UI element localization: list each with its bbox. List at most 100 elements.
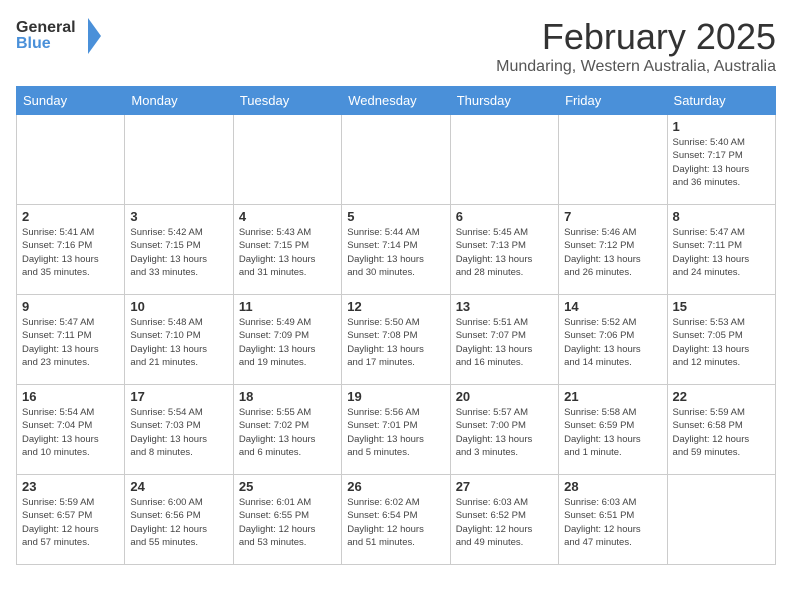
calendar-cell: 6 Sunrise: 5:45 AM Sunset: 7:13 PM Daylig… (450, 205, 558, 295)
day-number: 22 (673, 389, 770, 404)
calendar-cell (17, 115, 125, 205)
title-section: February 2025 Mundaring, Western Austral… (496, 16, 776, 76)
day-number: 9 (22, 299, 119, 314)
day-number: 18 (239, 389, 336, 404)
day-number: 1 (673, 119, 770, 134)
calendar-cell: 1 Sunrise: 5:40 AM Sunset: 7:17 PM Daylig… (667, 115, 775, 205)
calendar-cell: 12 Sunrise: 5:50 AM Sunset: 7:08 PM Dayli… (342, 295, 450, 385)
day-info: Sunrise: 6:02 AM Sunset: 6:54 PM Dayligh… (347, 496, 444, 549)
day-number: 20 (456, 389, 553, 404)
day-number: 21 (564, 389, 661, 404)
day-number: 19 (347, 389, 444, 404)
day-number: 12 (347, 299, 444, 314)
calendar-cell: 21 Sunrise: 5:58 AM Sunset: 6:59 PM Dayli… (559, 385, 667, 475)
calendar-cell: 11 Sunrise: 5:49 AM Sunset: 7:09 PM Dayli… (233, 295, 341, 385)
calendar-cell: 20 Sunrise: 5:57 AM Sunset: 7:00 PM Dayli… (450, 385, 558, 475)
calendar-cell: 27 Sunrise: 6:03 AM Sunset: 6:52 PM Dayli… (450, 475, 558, 565)
day-info: Sunrise: 5:54 AM Sunset: 7:04 PM Dayligh… (22, 406, 119, 459)
day-number: 4 (239, 209, 336, 224)
location-title: Mundaring, Western Australia, Australia (496, 58, 776, 76)
day-number: 23 (22, 479, 119, 494)
day-number: 5 (347, 209, 444, 224)
day-info: Sunrise: 5:56 AM Sunset: 7:01 PM Dayligh… (347, 406, 444, 459)
calendar-cell: 25 Sunrise: 6:01 AM Sunset: 6:55 PM Dayli… (233, 475, 341, 565)
day-info: Sunrise: 5:45 AM Sunset: 7:13 PM Dayligh… (456, 226, 553, 279)
month-title: February 2025 (496, 16, 776, 58)
calendar-cell: 17Sunrise: 5:54 AM Sunset: 7:03 PM Dayli… (125, 385, 233, 475)
day-info: Sunrise: 5:47 AM Sunset: 7:11 PM Dayligh… (673, 226, 770, 279)
calendar-cell: 24 Sunrise: 6:00 AM Sunset: 6:56 PM Dayli… (125, 475, 233, 565)
day-number: 16 (22, 389, 119, 404)
calendar-cell (559, 115, 667, 205)
calendar-cell: 14 Sunrise: 5:52 AM Sunset: 7:06 PM Dayli… (559, 295, 667, 385)
day-info: Sunrise: 5:48 AM Sunset: 7:10 PM Dayligh… (130, 316, 227, 369)
calendar-cell: 28Sunrise: 6:03 AM Sunset: 6:51 PM Dayli… (559, 475, 667, 565)
day-info: Sunrise: 5:59 AM Sunset: 6:58 PM Dayligh… (673, 406, 770, 459)
day-number: 24 (130, 479, 227, 494)
calendar-week-row: 23 Sunrise: 5:59 AM Sunset: 6:57 PM Dayli… (17, 475, 776, 565)
day-info: Sunrise: 5:41 AM Sunset: 7:16 PM Dayligh… (22, 226, 119, 279)
day-info: Sunrise: 5:49 AM Sunset: 7:09 PM Dayligh… (239, 316, 336, 369)
day-number: 7 (564, 209, 661, 224)
calendar-cell: 10 Sunrise: 5:48 AM Sunset: 7:10 PM Dayli… (125, 295, 233, 385)
logo-svg: GeneralBlue (16, 16, 106, 56)
calendar-week-row: 16 Sunrise: 5:54 AM Sunset: 7:04 PM Dayli… (17, 385, 776, 475)
day-number: 14 (564, 299, 661, 314)
calendar-cell (233, 115, 341, 205)
calendar-cell: 9Sunrise: 5:47 AM Sunset: 7:11 PM Daylig… (17, 295, 125, 385)
logo-row: GeneralBlue (16, 16, 106, 56)
day-info: Sunrise: 6:00 AM Sunset: 6:56 PM Dayligh… (130, 496, 227, 549)
calendar-cell (450, 115, 558, 205)
column-header-thursday: Thursday (450, 87, 558, 115)
day-info: Sunrise: 6:01 AM Sunset: 6:55 PM Dayligh… (239, 496, 336, 549)
day-number: 26 (347, 479, 444, 494)
day-info: Sunrise: 5:58 AM Sunset: 6:59 PM Dayligh… (564, 406, 661, 459)
calendar-cell: 3 Sunrise: 5:42 AM Sunset: 7:15 PM Daylig… (125, 205, 233, 295)
day-number: 10 (130, 299, 227, 314)
day-info: Sunrise: 6:03 AM Sunset: 6:52 PM Dayligh… (456, 496, 553, 549)
calendar-cell: 16 Sunrise: 5:54 AM Sunset: 7:04 PM Dayli… (17, 385, 125, 475)
day-info: Sunrise: 5:43 AM Sunset: 7:15 PM Dayligh… (239, 226, 336, 279)
calendar-week-row: 2 Sunrise: 5:41 AM Sunset: 7:16 PM Daylig… (17, 205, 776, 295)
calendar-table: SundayMondayTuesdayWednesdayThursdayFrid… (16, 86, 776, 565)
day-info: Sunrise: 5:50 AM Sunset: 7:08 PM Dayligh… (347, 316, 444, 369)
day-info: Sunrise: 6:03 AM Sunset: 6:51 PM Dayligh… (564, 496, 661, 549)
day-info: Sunrise: 5:46 AM Sunset: 7:12 PM Dayligh… (564, 226, 661, 279)
day-info: Sunrise: 5:52 AM Sunset: 7:06 PM Dayligh… (564, 316, 661, 369)
page-header: GeneralBlue February 2025 Mundaring, Wes… (16, 16, 776, 76)
column-header-friday: Friday (559, 87, 667, 115)
calendar-week-row: 1 Sunrise: 5:40 AM Sunset: 7:17 PM Daylig… (17, 115, 776, 205)
calendar-cell: 4 Sunrise: 5:43 AM Sunset: 7:15 PM Daylig… (233, 205, 341, 295)
day-info: Sunrise: 5:40 AM Sunset: 7:17 PM Dayligh… (673, 136, 770, 189)
day-number: 2 (22, 209, 119, 224)
day-number: 8 (673, 209, 770, 224)
day-number: 25 (239, 479, 336, 494)
column-header-sunday: Sunday (17, 87, 125, 115)
calendar-cell (342, 115, 450, 205)
svg-text:Blue: Blue (16, 35, 51, 52)
calendar-cell: 13 Sunrise: 5:51 AM Sunset: 7:07 PM Dayli… (450, 295, 558, 385)
day-number: 3 (130, 209, 227, 224)
day-info: Sunrise: 5:55 AM Sunset: 7:02 PM Dayligh… (239, 406, 336, 459)
day-number: 27 (456, 479, 553, 494)
day-info: Sunrise: 5:59 AM Sunset: 6:57 PM Dayligh… (22, 496, 119, 549)
day-info: Sunrise: 5:53 AM Sunset: 7:05 PM Dayligh… (673, 316, 770, 369)
day-info: Sunrise: 5:42 AM Sunset: 7:15 PM Dayligh… (130, 226, 227, 279)
calendar-header-row: SundayMondayTuesdayWednesdayThursdayFrid… (17, 87, 776, 115)
day-info: Sunrise: 5:51 AM Sunset: 7:07 PM Dayligh… (456, 316, 553, 369)
calendar-cell: 5Sunrise: 5:44 AM Sunset: 7:14 PM Daylig… (342, 205, 450, 295)
day-number: 15 (673, 299, 770, 314)
column-header-monday: Monday (125, 87, 233, 115)
day-number: 13 (456, 299, 553, 314)
calendar-cell: 23 Sunrise: 5:59 AM Sunset: 6:57 PM Dayli… (17, 475, 125, 565)
day-number: 6 (456, 209, 553, 224)
day-number: 11 (239, 299, 336, 314)
svg-text:General: General (16, 19, 76, 36)
logo: GeneralBlue (16, 16, 106, 56)
column-header-saturday: Saturday (667, 87, 775, 115)
calendar-cell (125, 115, 233, 205)
day-info: Sunrise: 5:57 AM Sunset: 7:00 PM Dayligh… (456, 406, 553, 459)
calendar-cell: 8 Sunrise: 5:47 AM Sunset: 7:11 PM Daylig… (667, 205, 775, 295)
calendar-cell: 19 Sunrise: 5:56 AM Sunset: 7:01 PM Dayli… (342, 385, 450, 475)
calendar-cell: 2 Sunrise: 5:41 AM Sunset: 7:16 PM Daylig… (17, 205, 125, 295)
